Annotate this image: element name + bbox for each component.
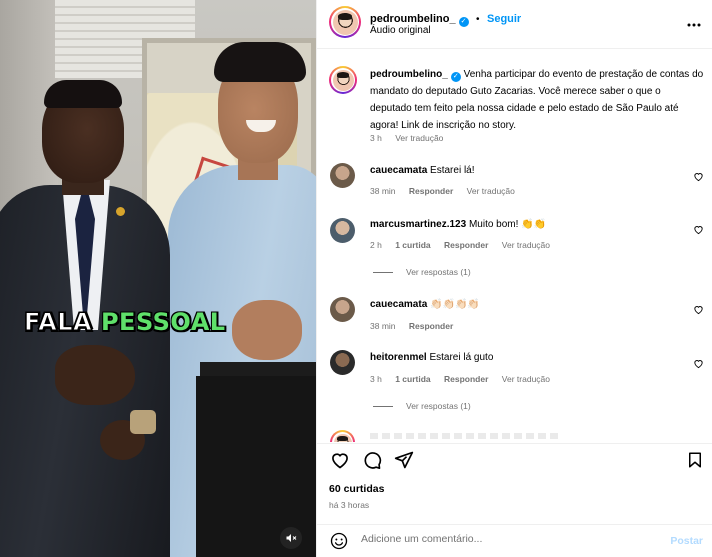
mute-button[interactable]: [280, 527, 302, 549]
post-comment-button[interactable]: Postar: [670, 535, 703, 547]
view-replies-button[interactable]: Ver respostas (1): [373, 267, 471, 277]
partial-comment: [370, 433, 560, 439]
save-bookmark-icon[interactable]: [686, 450, 704, 470]
comment-text: Muito bom! 👏👏: [468, 219, 547, 230]
see-translation[interactable]: Ver tradução: [502, 374, 550, 384]
comment-time: 3 h: [370, 374, 382, 384]
comment-username[interactable]: marcusmartinez.123: [370, 219, 466, 230]
comment-avatar[interactable]: [330, 297, 355, 322]
see-translation[interactable]: Ver tradução: [502, 240, 550, 250]
audio-label[interactable]: Áudio original: [370, 25, 431, 36]
reply-button[interactable]: Responder: [444, 374, 488, 384]
comment-text: 👏🏻👏🏻👏🏻👏🏻: [430, 299, 480, 310]
like-comment-heart-icon[interactable]: [693, 358, 704, 369]
caption-see-translation[interactable]: Ver tradução: [395, 133, 443, 143]
post-header: pedroumbelino_ ✓ • Seguir Áudio original: [317, 0, 712, 49]
verified-badge-icon: ✓: [458, 17, 469, 27]
comment-avatar[interactable]: [330, 350, 355, 375]
caption-word-1: FALA: [23, 308, 93, 337]
comment-meta: 38 min Responder: [370, 321, 464, 331]
reply-button[interactable]: Responder: [409, 186, 453, 196]
comment-avatar[interactable]: [330, 218, 355, 243]
comment-username[interactable]: cauecamata: [370, 299, 427, 310]
comment-username[interactable]: cauecamata: [370, 165, 427, 176]
video-caption: FALA PESSOAL: [23, 308, 226, 337]
follow-button[interactable]: Seguir: [487, 13, 521, 25]
comment-avatar[interactable]: [330, 430, 355, 442]
comment-time: 38 min: [370, 186, 396, 196]
like-heart-icon[interactable]: [330, 450, 350, 470]
add-comment-bar: Postar: [317, 524, 712, 557]
separator-dot: •: [476, 14, 480, 25]
see-translation[interactable]: Ver tradução: [467, 186, 515, 196]
comment-bubble-icon[interactable]: [362, 450, 382, 470]
comment-row: heitorenmel Estarei lá guto: [370, 349, 493, 366]
verified-badge-icon: ✓: [450, 72, 461, 82]
comment-input[interactable]: [361, 533, 641, 545]
comment-avatar[interactable]: [330, 163, 355, 188]
like-comment-heart-icon[interactable]: [693, 171, 704, 182]
reel-video[interactable]: FALA PESSOAL: [0, 0, 316, 557]
smiley-icon[interactable]: [330, 532, 348, 550]
comment-time: 2 h: [370, 240, 382, 250]
author-username[interactable]: pedroumbelino_: [370, 13, 456, 25]
post-caption: pedroumbelino_ ✓ Venha participar do even…: [370, 66, 705, 134]
author-avatar[interactable]: [329, 6, 361, 38]
post-time-ago[interactable]: há 3 horas: [329, 500, 369, 510]
reply-button[interactable]: Responder: [409, 321, 453, 331]
comment-meta: 3 h 1 curtida Responder Ver tradução: [370, 374, 561, 384]
reply-button[interactable]: Responder: [444, 240, 488, 250]
comment-time: 38 min: [370, 321, 396, 331]
view-replies-button[interactable]: Ver respostas (1): [373, 401, 471, 411]
share-send-icon[interactable]: [394, 450, 414, 470]
comment-text: Estarei lá guto: [429, 352, 494, 363]
caption-meta: 3 h Ver tradução: [370, 133, 454, 143]
more-options-icon[interactable]: [687, 14, 701, 30]
comment-likes[interactable]: 1 curtida: [395, 374, 430, 384]
post-panel: pedroumbelino_ ✓ • Seguir Áudio original …: [316, 0, 712, 557]
caption-username[interactable]: pedroumbelino_: [370, 69, 448, 80]
comment-meta: 38 min Responder Ver tradução: [370, 186, 526, 196]
comment-row: cauecamata 👏🏻👏🏻👏🏻👏🏻: [370, 296, 480, 313]
caption-time: 3 h: [370, 133, 382, 143]
speaker-muted-icon: [286, 534, 297, 542]
action-bar: 60 curtidas há 3 horas: [317, 443, 712, 523]
comments-list[interactable]: pedroumbelino_ ✓ Venha participar do even…: [317, 50, 712, 442]
comment-row: cauecamata Estarei lá!: [370, 162, 475, 179]
comment-text: Estarei lá!: [430, 165, 475, 176]
like-comment-heart-icon[interactable]: [693, 304, 704, 315]
like-comment-heart-icon[interactable]: [693, 224, 704, 235]
caption-word-2: PESSOAL: [100, 308, 226, 336]
comment-likes[interactable]: 1 curtida: [395, 240, 430, 250]
likes-count[interactable]: 60 curtidas: [329, 483, 384, 495]
comment-meta: 2 h 1 curtida Responder Ver tradução: [370, 240, 561, 250]
caption-author-avatar[interactable]: [329, 66, 357, 94]
comment-username[interactable]: heitorenmel: [370, 352, 427, 363]
comment-row: marcusmartinez.123 Muito bom! 👏👏: [370, 216, 546, 233]
